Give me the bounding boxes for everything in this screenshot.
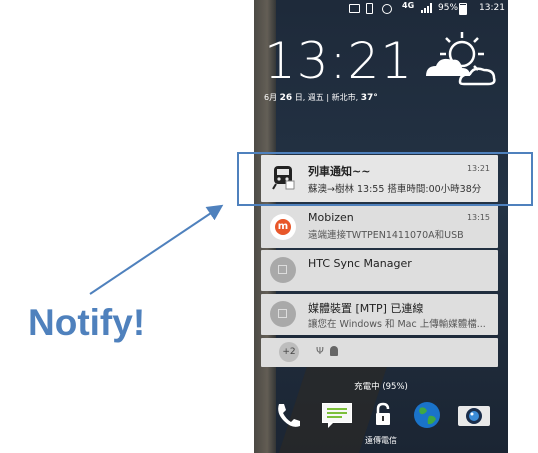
notification-highlight-box: [237, 152, 533, 206]
vibrate-icon: [366, 3, 373, 14]
signal-icon: [421, 3, 432, 13]
notification-mobizen[interactable]: m Mobizen 13:15 遠端連接TWTPEN1411070A和USB: [261, 205, 498, 248]
usb-small-icon: Ψ: [316, 346, 324, 357]
phone-screen: 4G 95% 13:21 13:21 6月 26 日, 週五 | 新北市, 37…: [254, 0, 508, 453]
battery-percent: 95%: [438, 3, 459, 13]
status-time: 13:21: [479, 3, 505, 13]
camera-icon[interactable]: [456, 400, 492, 430]
messages-icon[interactable]: [320, 400, 354, 430]
date-month: 6月: [264, 93, 278, 102]
unlock-icon[interactable]: [368, 400, 398, 430]
browser-icon[interactable]: [412, 400, 442, 430]
lockscreen-date: 6月 26 日, 週五 | 新北市, 37°: [264, 92, 378, 103]
carrier-name: 遠傳電信: [365, 436, 397, 445]
notification-htc-sync[interactable]: HTC Sync Manager: [261, 250, 498, 291]
cast-icon: [349, 4, 360, 13]
android-icon: [330, 346, 338, 356]
charging-status: 充電中 (95%): [354, 382, 408, 392]
notify-callout: Notify!: [28, 302, 146, 343]
temperature: 37°: [360, 93, 378, 103]
usb-icon: [270, 301, 296, 327]
network-type: 4G: [402, 1, 415, 10]
lockscreen-clock: 13:21: [264, 32, 414, 90]
status-bar: 4G 95% 13:21: [254, 0, 508, 18]
weather-sunny-cloudy-icon: [426, 32, 496, 86]
notification-title: Mobizen: [308, 211, 354, 224]
notification-body: 遠端連接TWTPEN1411070A和USB: [308, 230, 464, 241]
sync-icon: [270, 257, 296, 283]
mobizen-icon: m: [270, 214, 296, 240]
notification-body: 讓您在 Windows 和 Mac 上傳輸媒體檔...: [308, 319, 486, 330]
notification-title: 媒體裝置 [MTP] 已連線: [308, 302, 424, 315]
date-rest: 日, 週五 | 新北市,: [294, 93, 359, 102]
date-day: 26: [279, 93, 293, 103]
notification-title: HTC Sync Manager: [308, 257, 412, 270]
overflow-count: +2: [279, 342, 299, 362]
alarm-icon: [382, 4, 392, 14]
battery-icon: [459, 3, 467, 15]
notification-time: 13:15: [466, 213, 490, 222]
notification-overflow[interactable]: +2 Ψ: [261, 338, 498, 367]
notification-mtp[interactable]: 媒體裝置 [MTP] 已連線 讓您在 Windows 和 Mac 上傳輸媒體檔.…: [261, 294, 498, 335]
phone-icon[interactable]: [272, 400, 302, 430]
